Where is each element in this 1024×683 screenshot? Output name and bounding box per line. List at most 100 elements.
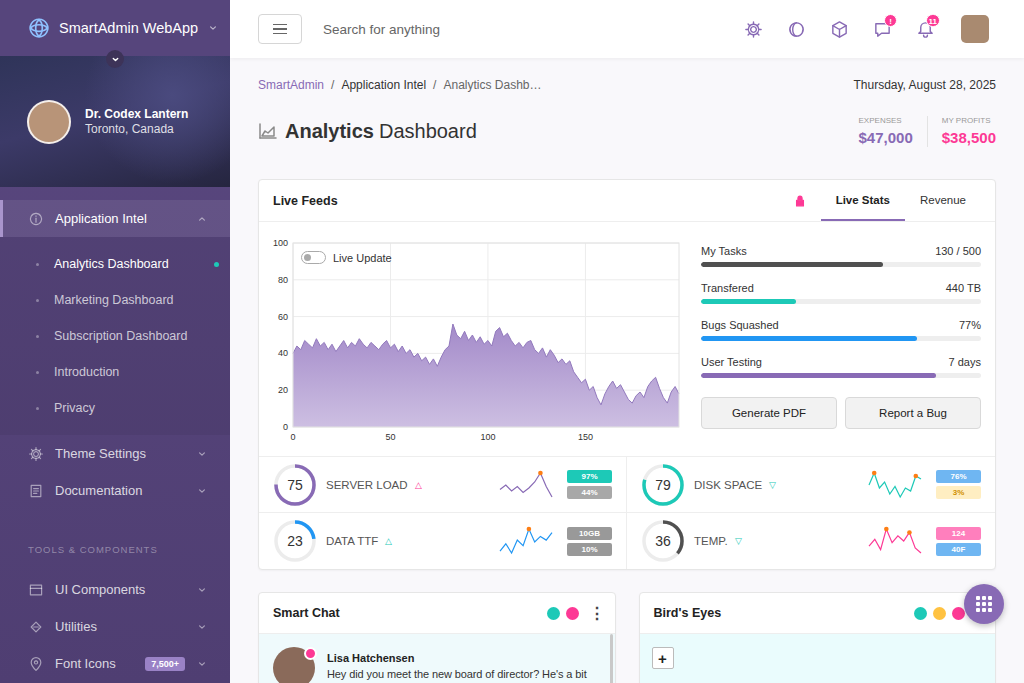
progress-label: Bugs Squashed — [701, 318, 779, 332]
y-tick: 20 — [278, 385, 288, 395]
chat-body: Lisa HatchensenHey did you meet the new … — [259, 634, 615, 683]
tab[interactable]: Revenue — [905, 180, 981, 221]
breadcrumb-separator: / — [331, 77, 334, 93]
nav-subitem-label[interactable]: Privacy — [54, 401, 219, 415]
panel-dot[interactable] — [933, 607, 946, 620]
user-avatar[interactable] — [961, 15, 989, 43]
panel-header: Smart Chat⋮ — [259, 593, 615, 634]
nav-subitem[interactable]: Introduction — [0, 354, 230, 390]
nav-subitem-label[interactable]: Introduction — [54, 365, 219, 379]
doc-icon — [28, 483, 44, 499]
section-title: TOOLS & COMPONENTS — [0, 509, 230, 571]
nav-item[interactable]: Application Intel — [0, 200, 230, 237]
action-button[interactable]: Generate PDF — [701, 397, 837, 429]
theme-button[interactable] — [775, 9, 818, 49]
nav-item[interactable]: Theme Settings — [0, 435, 230, 472]
summary: EXPENSES$47,000MY PROFITS$38,500 — [831, 116, 996, 147]
live-update-toggle[interactable]: Live Update — [301, 251, 392, 264]
stat-label: TEMP. — [694, 535, 728, 547]
breadcrumb-item[interactable]: SmartAdmin — [258, 77, 324, 93]
area-series — [293, 324, 679, 427]
logo-text[interactable]: SmartAdmin WebApp — [59, 20, 198, 36]
nav-subitem-label[interactable]: Marketing Dashboard — [54, 293, 219, 307]
birds-eye-panel: Bird's Eyes + — [639, 592, 997, 683]
plot-frame — [293, 243, 679, 427]
map[interactable]: + — [640, 634, 996, 683]
nav-item[interactable]: UI Components — [0, 571, 230, 608]
toggle-label[interactable]: Live Update — [333, 252, 392, 264]
panel-title: Bird's Eyes — [654, 606, 909, 620]
sparkline — [866, 526, 924, 556]
nav-subitem[interactable]: Analytics Dashboard — [0, 246, 230, 282]
nav-item[interactable]: Documentation — [0, 472, 230, 509]
progress-row: Bugs Squashed77% — [701, 318, 981, 332]
apps-fab[interactable] — [964, 584, 1004, 624]
panel-dot[interactable] — [914, 607, 927, 620]
x-tick: 0 — [290, 432, 295, 442]
breadcrumb-item[interactable]: Analytics Dashb… — [443, 77, 541, 93]
nav-label[interactable]: UI Components — [55, 582, 185, 597]
progress-item: My Tasks130 / 500 — [701, 244, 981, 267]
panel-dot[interactable] — [547, 607, 560, 620]
notifications-badge: 11 — [926, 14, 940, 27]
chat-avatar[interactable] — [273, 647, 315, 683]
apps-button[interactable] — [818, 9, 861, 49]
zoom-in-button[interactable]: + — [652, 647, 674, 669]
progress-track — [701, 262, 981, 267]
tab[interactable]: Live Stats — [821, 180, 905, 221]
logo-bar[interactable]: SmartAdmin WebApp — [0, 0, 230, 56]
nav-item[interactable]: Font Icons7,500+ — [0, 645, 230, 682]
nav-subitem[interactable]: Privacy — [0, 390, 230, 426]
search-input[interactable] — [321, 21, 732, 38]
profile-toggle-button[interactable] — [106, 50, 124, 68]
action-button[interactable]: Report a Bug — [845, 397, 981, 429]
summary-label: EXPENSES — [859, 116, 913, 126]
nav-subitem-label[interactable]: Subscription Dashboard — [54, 329, 219, 343]
nav-subitem-label[interactable]: Analytics Dashboard — [54, 257, 214, 271]
messages-button[interactable]: ! — [861, 9, 904, 49]
panel-dot[interactable] — [952, 607, 965, 620]
breadcrumb-separator: / — [433, 77, 436, 93]
stat-badge: 40F — [936, 543, 981, 556]
bullet — [36, 335, 39, 338]
notifications-button[interactable]: 11 — [904, 9, 947, 49]
profile-avatar[interactable] — [27, 100, 71, 144]
gauge-arc — [276, 522, 314, 560]
live-feeds-panel: Live FeedsLive StatsRevenue1008060402000… — [258, 179, 996, 570]
progress-fill — [701, 262, 883, 267]
nav-label[interactable]: Utilities — [55, 619, 185, 634]
info-icon — [28, 211, 44, 227]
sparkline — [866, 470, 924, 500]
nav-subitem[interactable]: Subscription Dashboard — [0, 318, 230, 354]
bottom-row: Smart Chat⋮ Lisa HatchensenHey did you me… — [258, 592, 996, 683]
badge-stack: 97%44% — [567, 470, 612, 499]
panel-menu-button[interactable]: ⋮ — [579, 604, 615, 623]
settings-button[interactable] — [732, 9, 775, 49]
chat-message: Lisa HatchensenHey did you meet the new … — [273, 647, 605, 683]
date: Thursday, August 28, 2025 — [853, 77, 996, 93]
stats-side: My Tasks130 / 500Transfered440 TBBugs Sq… — [701, 236, 981, 446]
lock-button[interactable] — [793, 194, 807, 208]
stat-card: 23DATA TTF△10GB10% — [259, 513, 627, 569]
nav-item[interactable]: Utilities — [0, 608, 230, 645]
stat-badge: 124 — [936, 527, 981, 540]
nav-label[interactable]: Font Icons — [55, 656, 134, 671]
nav-label[interactable]: Application Intel — [55, 211, 185, 226]
y-tick: 100 — [273, 238, 288, 248]
stat-badge: 76% — [936, 470, 981, 483]
switch[interactable] — [301, 251, 326, 264]
nav-subitem[interactable]: Marketing Dashboard — [0, 282, 230, 318]
message-content: Lisa HatchensenHey did you meet the new … — [327, 647, 605, 682]
scrollbar[interactable] — [610, 634, 613, 683]
menu-line — [273, 24, 287, 26]
trend-icon: △ — [415, 480, 422, 490]
bullet — [36, 299, 39, 302]
summary-item: EXPENSES$47,000 — [845, 116, 913, 147]
stat-badge: 44% — [567, 486, 612, 499]
panel-dot[interactable] — [566, 607, 579, 620]
menu-button[interactable] — [258, 14, 302, 44]
breadcrumb-item[interactable]: Application Intel — [341, 77, 426, 93]
nav-label[interactable]: Theme Settings — [55, 446, 185, 461]
sparkline-marker — [884, 527, 889, 532]
nav-label[interactable]: Documentation — [55, 483, 185, 498]
